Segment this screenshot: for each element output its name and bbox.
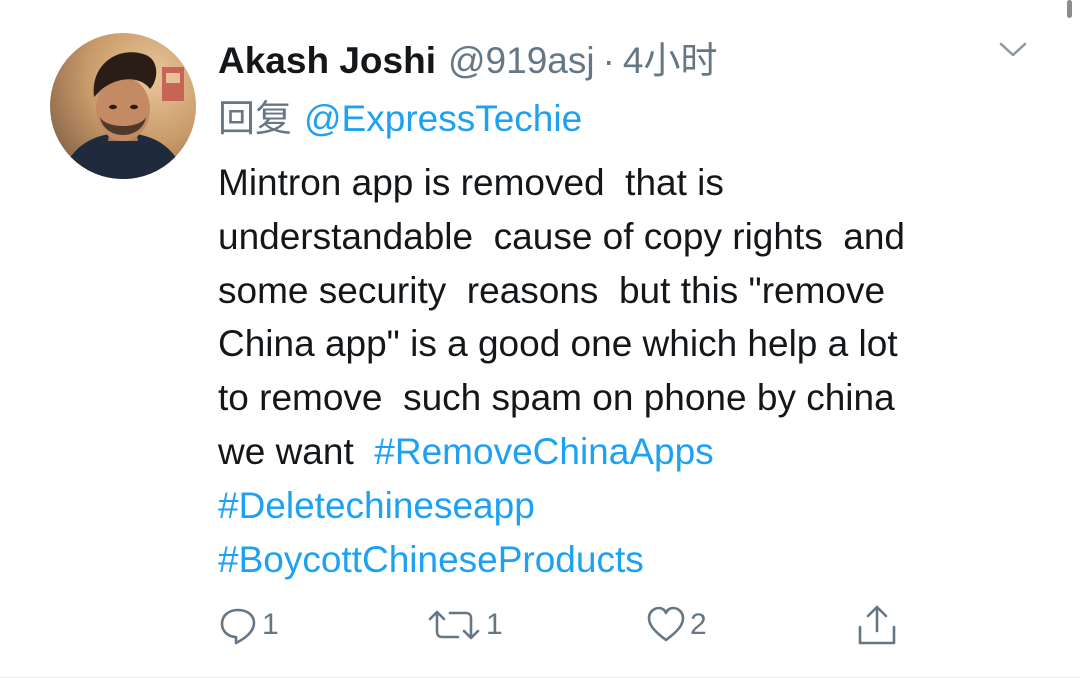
reply-count: 1: [262, 608, 279, 641]
reply-mention-link[interactable]: @ExpressTechie: [304, 98, 582, 139]
share-icon: [858, 605, 896, 645]
tweet-text-line: understandable cause of copy rights and: [218, 215, 906, 257]
tweet-text: Mintron app is removed that is understan…: [218, 156, 1038, 586]
share-button[interactable]: [856, 600, 898, 650]
like-button[interactable]: 2: [646, 600, 707, 650]
hashtag-link[interactable]: #RemoveChinaApps: [374, 431, 713, 472]
author-handle[interactable]: @919asj: [448, 40, 595, 82]
comment-icon: [220, 608, 256, 645]
heart-icon: [647, 606, 685, 642]
tweet-text-line: China app" is a good one which help a lo…: [218, 323, 898, 365]
tweet-header: Akash Joshi @919asj · 4小时: [218, 30, 717, 81]
retweet-count: 1: [486, 608, 503, 641]
retweet-icon: [428, 610, 480, 640]
header-separator: ·: [602, 40, 615, 81]
reply-context: 回复 @ExpressTechie: [218, 88, 582, 142]
tweet-text-line: Mintron app is removed that is: [218, 162, 724, 203]
hashtag-link[interactable]: #Deletechineseapp: [218, 485, 535, 526]
hashtag-line: #BoycottChineseProducts: [218, 533, 1038, 587]
tweet-screen: Akash Joshi @919asj · 4小时 回复 @ExpressTech…: [0, 0, 1080, 678]
avatar-image: [50, 33, 196, 179]
hashtag-line: #Deletechineseapp: [218, 479, 1038, 533]
tweet-menu-button[interactable]: [998, 40, 1028, 60]
avatar[interactable]: [50, 33, 196, 179]
reply-prefix: 回复: [218, 98, 292, 139]
tweet-text-line: some security reasons but this "remove: [218, 269, 886, 311]
tweet-action-bar: 1 1 2: [218, 600, 918, 650]
author-name[interactable]: Akash Joshi: [218, 40, 436, 82]
chevron-down-icon: [999, 42, 1027, 57]
tweet-text-line-with-hashtag: we want #RemoveChinaApps: [218, 425, 1038, 479]
hashtag-link[interactable]: #BoycottChineseProducts: [218, 539, 644, 580]
tweet-timestamp[interactable]: 4小时: [623, 30, 718, 84]
scroll-indicator[interactable]: [1067, 0, 1072, 18]
tweet-text-line: to remove such spam on phone by china: [218, 377, 895, 419]
retweet-button[interactable]: 1: [426, 600, 503, 650]
tweet-text-fragment: we want: [218, 430, 375, 472]
like-count: 2: [690, 608, 707, 641]
reply-button[interactable]: 1: [218, 600, 279, 650]
